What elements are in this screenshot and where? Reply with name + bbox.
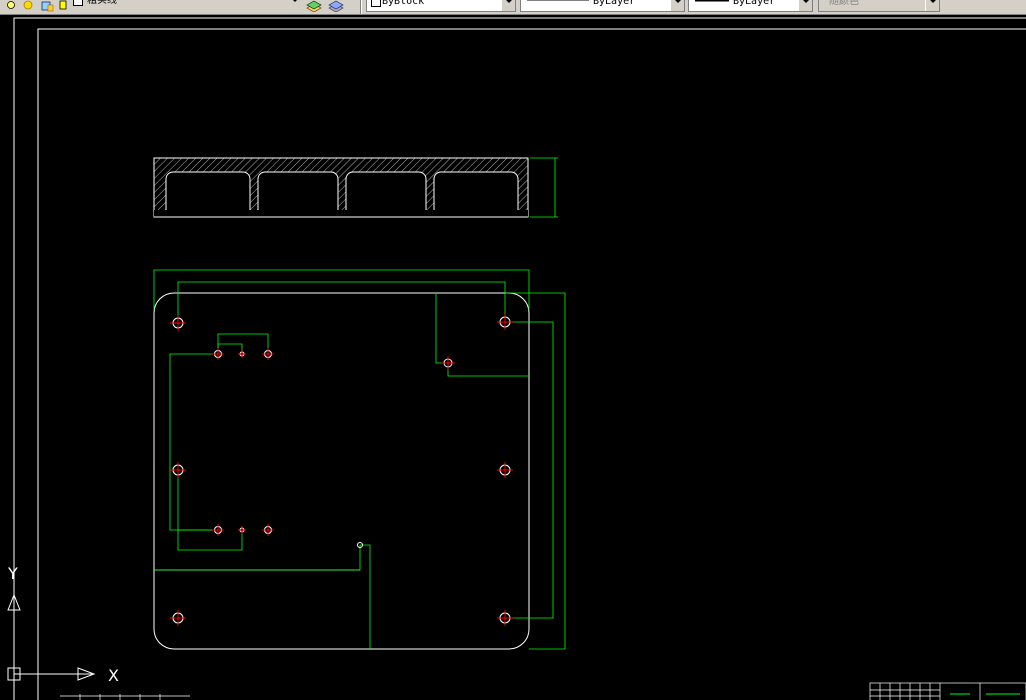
- ucs-x-label: X: [108, 666, 119, 685]
- chevron-down-icon: [288, 0, 301, 10]
- layer-name: 粗实线: [87, 0, 117, 6]
- lineweight-control-value: ByLayer: [733, 0, 776, 7]
- color-control-value: ByBlock: [382, 0, 425, 7]
- drawing-border: [13, 17, 1026, 700]
- drawing-canvas[interactable]: X Y: [0, 15, 1026, 700]
- chevron-down-icon: [925, 0, 939, 11]
- section-view: [153, 157, 558, 218]
- lock-icon[interactable]: [40, 0, 54, 12]
- ucs-icon: [7, 580, 96, 681]
- color-swatch: [371, 0, 381, 7]
- plotstyle-control-value: 随颜色: [829, 0, 859, 7]
- layer-dropdown-arrow[interactable]: [288, 0, 301, 12]
- color-control-dropdown[interactable]: ByBlock: [366, 0, 516, 12]
- linetype-control-dropdown[interactable]: ByLayer: [520, 0, 685, 12]
- bulb-icon[interactable]: [6, 0, 18, 9]
- chevron-down-icon: [501, 0, 515, 11]
- chevron-down-icon: [798, 0, 812, 11]
- lineweight-control-dropdown[interactable]: ByLayer: [688, 0, 813, 12]
- linetype-preview: [527, 0, 589, 1]
- layer-previous-icon[interactable]: [328, 0, 344, 13]
- lineweight-preview: [695, 0, 729, 2]
- sun-icon[interactable]: [22, 0, 34, 10]
- layer-color-swatch: [73, 0, 83, 6]
- layer-color-icon[interactable]: [58, 0, 70, 10]
- layer-manager-icon[interactable]: [306, 0, 322, 13]
- linetype-control-value: ByLayer: [593, 0, 636, 7]
- layout-tabs: [60, 694, 190, 700]
- layer-dropdown[interactable]: 粗实线: [70, 0, 300, 12]
- ucs-y-label: Y: [7, 564, 18, 583]
- plate-view: [153, 269, 566, 650]
- properties-toolbar: 粗实线 ByBlock ByLayer ByLayer 随颜色: [0, 0, 1026, 15]
- title-block: [869, 682, 1026, 700]
- chevron-down-icon: [670, 0, 684, 11]
- plotstyle-control-dropdown[interactable]: 随颜色: [818, 0, 940, 12]
- toolbar-separator: [360, 0, 362, 14]
